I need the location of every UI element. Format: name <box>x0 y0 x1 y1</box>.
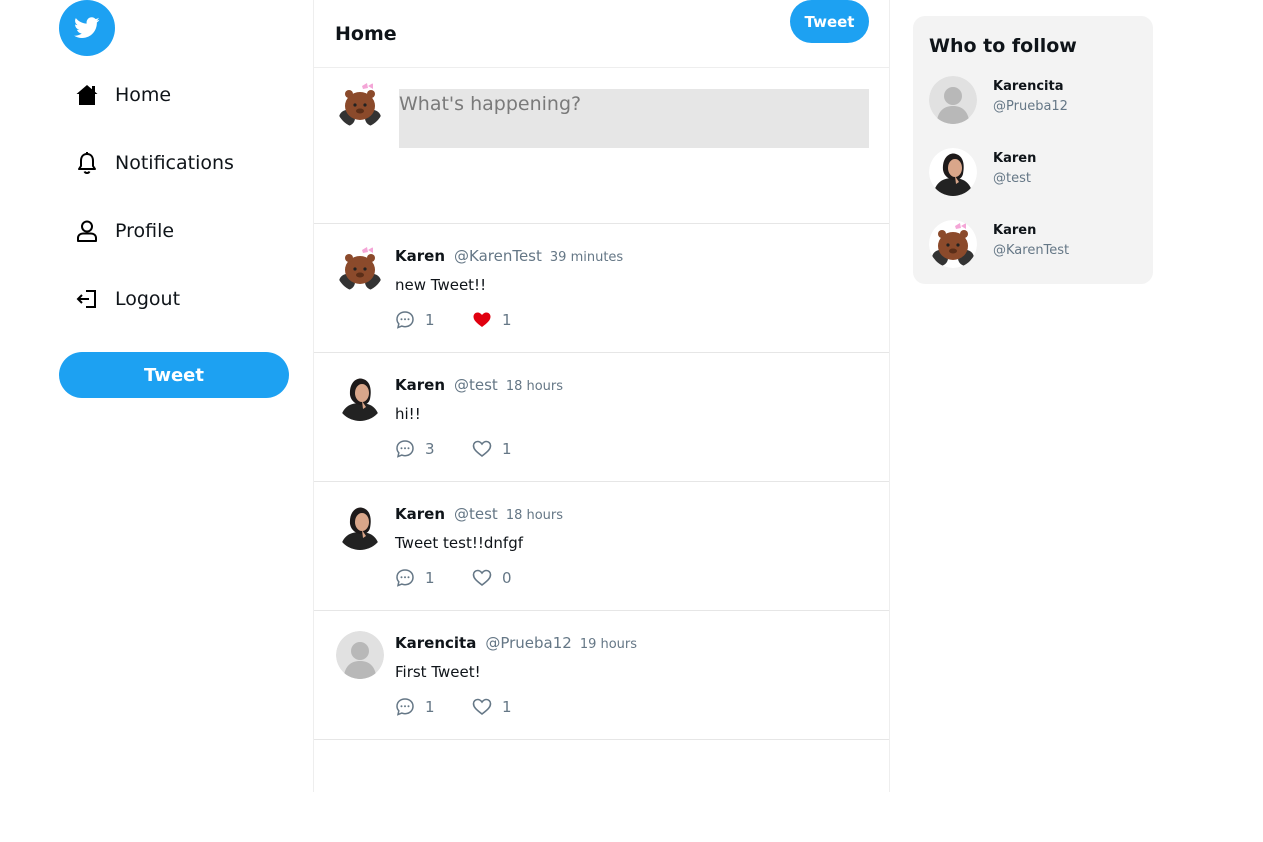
nav-logout[interactable]: Logout <box>75 279 180 319</box>
heart-filled-icon <box>472 310 492 330</box>
nav-notifications-label: Notifications <box>115 152 234 174</box>
tweet-author-name[interactable]: Karen <box>395 247 445 265</box>
like-button[interactable]: 1 <box>472 439 512 459</box>
like-button[interactable]: 0 <box>472 568 512 588</box>
nav-profile[interactable]: Profile <box>75 211 174 251</box>
tweet-item[interactable]: Karen @test 18 hours Tweet test!!dnfgf 1… <box>314 482 889 611</box>
follow-user-handle: @Prueba12 <box>993 99 1068 114</box>
like-button[interactable]: 1 <box>472 697 512 717</box>
like-count: 1 <box>502 698 512 716</box>
nav-logout-label: Logout <box>115 288 181 310</box>
tweet-timestamp: 19 hours <box>579 637 638 652</box>
tweet-author-name[interactable]: Karen <box>395 376 445 394</box>
tweet-header: Karen @test 18 hours <box>395 376 563 394</box>
follow-user-name[interactable]: Karencita <box>993 79 1063 94</box>
reply-button[interactable]: 1 <box>395 697 472 717</box>
tweet-header: Karen @test 18 hours <box>395 505 563 523</box>
logout-icon <box>75 287 99 311</box>
reply-count: 1 <box>425 311 435 329</box>
home-icon <box>75 83 99 107</box>
follow-user-handle: @KarenTest <box>993 243 1070 258</box>
follow-user-name[interactable]: Karen <box>993 223 1036 238</box>
bell-icon <box>75 151 99 175</box>
follow-suggestion[interactable]: Karencita @Prueba12 <box>929 76 1139 124</box>
avatar[interactable] <box>929 148 977 196</box>
reply-icon <box>395 310 415 330</box>
avatar[interactable] <box>336 631 384 679</box>
avatar[interactable] <box>336 373 384 421</box>
who-to-follow-title: Who to follow <box>929 35 1077 57</box>
tweet-header: Karen @KarenTest 39 minutes <box>395 247 623 265</box>
reply-button[interactable]: 3 <box>395 439 472 459</box>
tweet-timestamp: 18 hours <box>505 508 564 523</box>
reply-button[interactable]: 1 <box>395 568 472 588</box>
tweet-item[interactable]: Karen @test 18 hours hi!! 3 1 <box>314 353 889 482</box>
avatar[interactable] <box>929 76 977 124</box>
follow-suggestion[interactable]: Karen @KarenTest <box>929 220 1139 268</box>
tweet-text: Tweet test!!dnfgf <box>395 534 523 552</box>
nav-home[interactable]: Home <box>75 75 171 115</box>
left-sidebar: Home Notifications Profile Logout Tweet <box>0 0 313 842</box>
sidebar-tweet-button[interactable]: Tweet <box>59 352 289 398</box>
like-count: 1 <box>502 311 512 329</box>
tweet-author-handle: @test <box>454 505 498 523</box>
tweet-composer: Tweet <box>314 0 889 224</box>
follow-suggestion[interactable]: Karen @test <box>929 148 1139 196</box>
compose-tweet-input[interactable] <box>399 89 869 148</box>
like-count: 0 <box>502 569 512 587</box>
tweet-timestamp: 39 minutes <box>549 250 624 265</box>
follow-user-handle: @test <box>993 171 1031 186</box>
tweet-author-name[interactable]: Karen <box>395 505 445 523</box>
tweet-header: Karencita @Prueba12 19 hours <box>395 634 637 652</box>
twitter-logo-button[interactable] <box>59 0 115 56</box>
tweet-text: hi!! <box>395 405 421 423</box>
tweet-actions: 1 1 <box>395 697 512 717</box>
tweet-actions: 3 1 <box>395 439 512 459</box>
page-title: Home <box>335 22 397 45</box>
tweet-author-name[interactable]: Karencita <box>395 634 476 652</box>
like-button[interactable]: 1 <box>472 310 512 330</box>
tweet-author-handle: @KarenTest <box>454 247 542 265</box>
reply-icon <box>395 439 415 459</box>
heart-icon <box>472 697 492 717</box>
reply-count: 1 <box>425 569 435 587</box>
heart-icon <box>472 568 492 588</box>
main-timeline: Home Tweet Karen @KarenTest 39 minutes n… <box>313 0 890 792</box>
tweet-text: new Tweet!! <box>395 276 487 294</box>
avatar[interactable] <box>336 244 384 292</box>
tweet-text: First Tweet! <box>395 663 481 681</box>
tweet-item[interactable]: Karencita @Prueba12 19 hours First Tweet… <box>314 611 889 740</box>
reply-count: 1 <box>425 698 435 716</box>
like-count: 1 <box>502 440 512 458</box>
avatar[interactable] <box>929 220 977 268</box>
nav-home-label: Home <box>115 84 172 106</box>
tweet-item[interactable]: Karen @KarenTest 39 minutes new Tweet!! … <box>314 224 889 353</box>
avatar[interactable] <box>336 80 384 128</box>
reply-button[interactable]: 1 <box>395 310 472 330</box>
heart-icon <box>472 439 492 459</box>
nav-notifications[interactable]: Notifications <box>75 143 234 183</box>
follow-user-name[interactable]: Karen <box>993 151 1036 166</box>
reply-icon <box>395 697 415 717</box>
tweet-actions: 1 0 <box>395 568 512 588</box>
avatar[interactable] <box>336 502 384 550</box>
tweet-timestamp: 18 hours <box>505 379 564 394</box>
compose-tweet-button[interactable]: Tweet <box>790 0 869 43</box>
reply-count: 3 <box>425 440 435 458</box>
tweet-author-handle: @test <box>454 376 498 394</box>
nav-profile-label: Profile <box>115 220 175 242</box>
who-to-follow-panel: Who to follow Karencita @Prueba12 Karen … <box>913 16 1153 284</box>
twitter-bird-icon <box>74 17 100 38</box>
tweet-actions: 1 1 <box>395 310 512 330</box>
user-icon <box>75 219 99 243</box>
tweet-author-handle: @Prueba12 <box>485 634 572 652</box>
reply-icon <box>395 568 415 588</box>
